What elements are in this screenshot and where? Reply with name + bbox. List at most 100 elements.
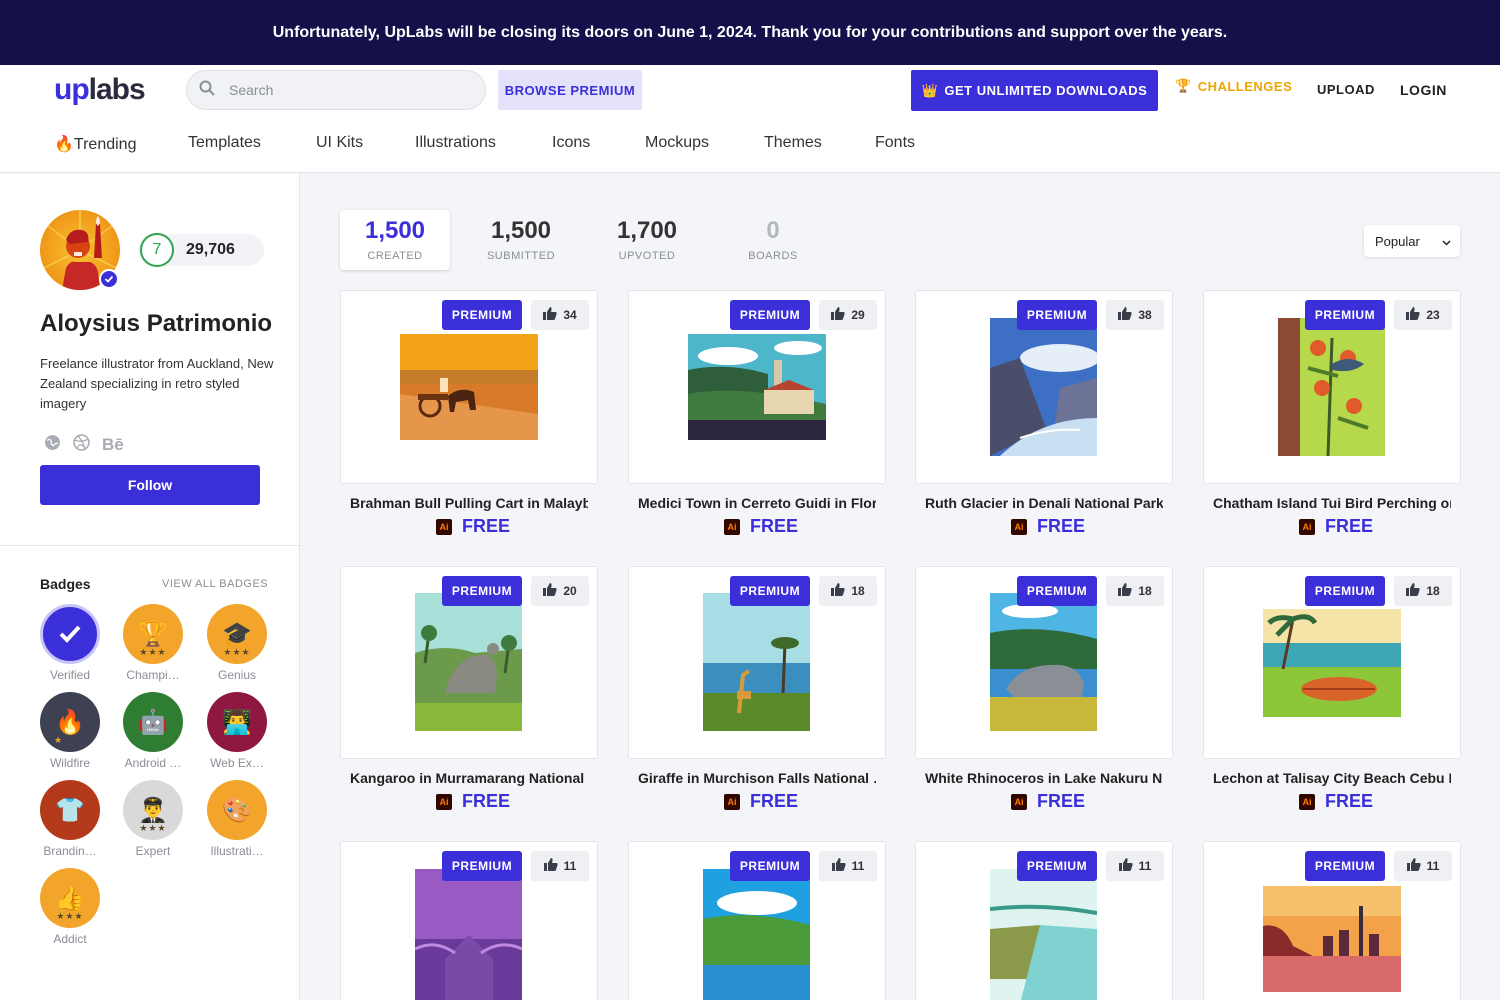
stat-boards[interactable]: 0 BOARDS bbox=[718, 210, 828, 270]
card-thumbnail[interactable]: PREMIUM 18 bbox=[915, 566, 1173, 759]
uplabs-logo[interactable]: uplabs bbox=[54, 73, 146, 107]
behance-icon[interactable]: Bē bbox=[102, 435, 124, 455]
like-button[interactable]: 18 bbox=[819, 576, 877, 606]
closing-banner: Unfortunately, UpLabs will be closing it… bbox=[0, 0, 1500, 65]
like-button[interactable]: 11 bbox=[1106, 851, 1164, 881]
badge-addict[interactable]: 👍 ★★★ Addict bbox=[38, 868, 102, 946]
crown-icon: 👑 bbox=[921, 82, 939, 98]
badge-branding[interactable]: 👕 Brandin… bbox=[38, 780, 102, 858]
category-mockups[interactable]: Mockups bbox=[645, 134, 764, 154]
card-thumbnail[interactable]: PREMIUM 18 bbox=[628, 566, 886, 759]
design-card[interactable]: PREMIUM 11 bbox=[628, 841, 886, 1000]
design-card[interactable]: PREMIUM 18 Giraffe in Murchison Falls Na… bbox=[628, 566, 886, 812]
stat-value: 1,500 bbox=[364, 217, 426, 244]
like-button[interactable]: 23 bbox=[1394, 300, 1452, 330]
like-count: 29 bbox=[851, 308, 865, 322]
design-card[interactable]: PREMIUM 18 Lechon at Talisay City Beach … bbox=[1203, 566, 1461, 812]
category-icons[interactable]: Icons bbox=[552, 134, 645, 154]
stat-submitted[interactable]: 1,500 SUBMITTED bbox=[466, 210, 576, 270]
sort-selected: Popular bbox=[1375, 233, 1420, 249]
card-title[interactable]: Medici Town in Cerreto Guidi in Flor… bbox=[628, 495, 876, 511]
card-meta: Ai FREE bbox=[628, 516, 886, 537]
badge-web-expert[interactable]: 👨‍💻 Web Ex… bbox=[205, 692, 269, 770]
like-button[interactable]: 34 bbox=[531, 300, 589, 330]
badge-expert[interactable]: 👨‍✈️ ★★★ Expert bbox=[121, 780, 185, 858]
like-button[interactable]: 29 bbox=[819, 300, 877, 330]
card-thumbnail[interactable]: PREMIUM 11 bbox=[915, 841, 1173, 1000]
stat-created[interactable]: 1,500 CREATED bbox=[340, 210, 450, 270]
card-thumbnail[interactable]: PREMIUM 11 bbox=[628, 841, 886, 1000]
category-themes[interactable]: Themes bbox=[764, 134, 875, 154]
search-input[interactable] bbox=[229, 82, 469, 98]
get-unlimited-downloads-button[interactable]: 👑 GET UNLIMITED DOWNLOADS bbox=[911, 70, 1158, 111]
like-count: 18 bbox=[1426, 584, 1440, 598]
login-link[interactable]: LOGIN bbox=[1400, 82, 1447, 98]
card-thumbnail[interactable]: PREMIUM 23 bbox=[1203, 290, 1461, 484]
sort-dropdown[interactable]: Popular bbox=[1364, 225, 1460, 257]
design-card[interactable]: PREMIUM 34 Brahman Bull Pulling Cart in … bbox=[340, 290, 598, 537]
card-title[interactable]: White Rhinoceros in Lake Nakuru N… bbox=[915, 770, 1163, 786]
search-box[interactable] bbox=[186, 70, 486, 110]
card-price: FREE bbox=[1325, 516, 1374, 536]
like-button[interactable]: 18 bbox=[1106, 576, 1164, 606]
like-button[interactable]: 11 bbox=[531, 851, 589, 881]
design-card[interactable]: PREMIUM 18 White Rhinoceros in Lake Naku… bbox=[915, 566, 1173, 812]
browse-premium-button[interactable]: BROWSE PREMIUM bbox=[498, 70, 642, 110]
card-thumbnail[interactable]: PREMIUM 38 bbox=[915, 290, 1173, 484]
badge-label: Android … bbox=[124, 756, 182, 770]
card-title[interactable]: Lechon at Talisay City Beach Cebu P… bbox=[1203, 770, 1451, 786]
badge-label: Genius bbox=[217, 668, 257, 682]
design-card[interactable]: PREMIUM 29 Medici Town in Cerreto Guidi … bbox=[628, 290, 886, 537]
card-thumbnail[interactable]: PREMIUM 20 bbox=[340, 566, 598, 759]
card-thumbnail[interactable]: PREMIUM 11 bbox=[1203, 841, 1461, 1000]
card-thumbnail[interactable]: PREMIUM 18 bbox=[1203, 566, 1461, 759]
closing-banner-text: Unfortunately, UpLabs will be closing it… bbox=[272, 23, 1228, 41]
badge-label: Verified bbox=[49, 668, 91, 682]
dribbble-icon[interactable] bbox=[73, 434, 90, 456]
design-card[interactable]: PREMIUM 38 Ruth Glacier in Denali Nation… bbox=[915, 290, 1173, 537]
design-card[interactable]: PREMIUM 11 bbox=[915, 841, 1173, 1000]
premium-badge: PREMIUM bbox=[1305, 300, 1385, 330]
card-title[interactable]: Brahman Bull Pulling Cart in Malayb… bbox=[340, 495, 588, 511]
card-thumbnail[interactable]: PREMIUM 34 bbox=[340, 290, 598, 484]
design-card[interactable]: PREMIUM 11 bbox=[340, 841, 598, 1000]
view-all-badges-link[interactable]: VIEW ALL BADGES bbox=[162, 578, 268, 590]
card-title[interactable]: Kangaroo in Murramarang National … bbox=[340, 770, 588, 786]
like-button[interactable]: 38 bbox=[1106, 300, 1164, 330]
category-templates[interactable]: Templates bbox=[188, 134, 316, 154]
globe-icon[interactable] bbox=[44, 434, 61, 456]
badge-wildfire[interactable]: 🔥 ★ Wildfire bbox=[38, 692, 102, 770]
card-title[interactable]: Ruth Glacier in Denali National Park … bbox=[915, 495, 1163, 511]
badge-genius[interactable]: 🎓 ★★★ Genius bbox=[205, 604, 269, 682]
card-thumbnail[interactable]: PREMIUM 11 bbox=[340, 841, 598, 1000]
badge-verified[interactable]: Verified bbox=[38, 604, 102, 682]
top-navigation: uplabs BROWSE PREMIUM 👑 GET UNLIMITED DO… bbox=[0, 65, 1500, 173]
premium-badge: PREMIUM bbox=[1017, 851, 1097, 881]
category-ui-kits[interactable]: UI Kits bbox=[316, 134, 415, 154]
badge-champion[interactable]: 🏆 ★★★ Champi… bbox=[121, 604, 185, 682]
badge-android[interactable]: 🤖 Android … bbox=[121, 692, 185, 770]
premium-badge: PREMIUM bbox=[442, 851, 522, 881]
card-title[interactable]: Giraffe in Murchison Falls National … bbox=[628, 770, 876, 786]
design-card[interactable]: PREMIUM 11 bbox=[1203, 841, 1461, 1000]
design-card[interactable]: PREMIUM 23 Chatham Island Tui Bird Perch… bbox=[1203, 290, 1461, 537]
challenges-link[interactable]: 🏆 CHALLENGES bbox=[1175, 78, 1292, 94]
design-card[interactable]: PREMIUM 20 Kangaroo in Murramarang Natio… bbox=[340, 566, 598, 812]
like-button[interactable]: 11 bbox=[1394, 851, 1452, 881]
like-button[interactable]: 18 bbox=[1394, 576, 1452, 606]
badge-illustration[interactable]: 🎨 Illustrati… bbox=[205, 780, 269, 858]
like-button[interactable]: 11 bbox=[819, 851, 877, 881]
category-trending[interactable]: 🔥Trending bbox=[54, 134, 188, 154]
artwork-image bbox=[703, 869, 810, 1000]
illustrator-file-icon: Ai bbox=[1299, 793, 1315, 810]
category-illustrations[interactable]: Illustrations bbox=[415, 134, 552, 154]
upload-link[interactable]: UPLOAD bbox=[1317, 82, 1375, 97]
category-fonts[interactable]: Fonts bbox=[875, 134, 915, 154]
follow-button[interactable]: Follow bbox=[40, 465, 260, 505]
card-title[interactable]: Chatham Island Tui Bird Perching on… bbox=[1203, 495, 1451, 511]
card-thumbnail[interactable]: PREMIUM 29 bbox=[628, 290, 886, 484]
user-bio: Freelance illustrator from Auckland, New… bbox=[40, 356, 274, 411]
like-button[interactable]: 20 bbox=[531, 576, 589, 606]
card-meta: Ai FREE bbox=[915, 791, 1173, 812]
stat-upvoted[interactable]: 1,700 UPVOTED bbox=[592, 210, 702, 270]
